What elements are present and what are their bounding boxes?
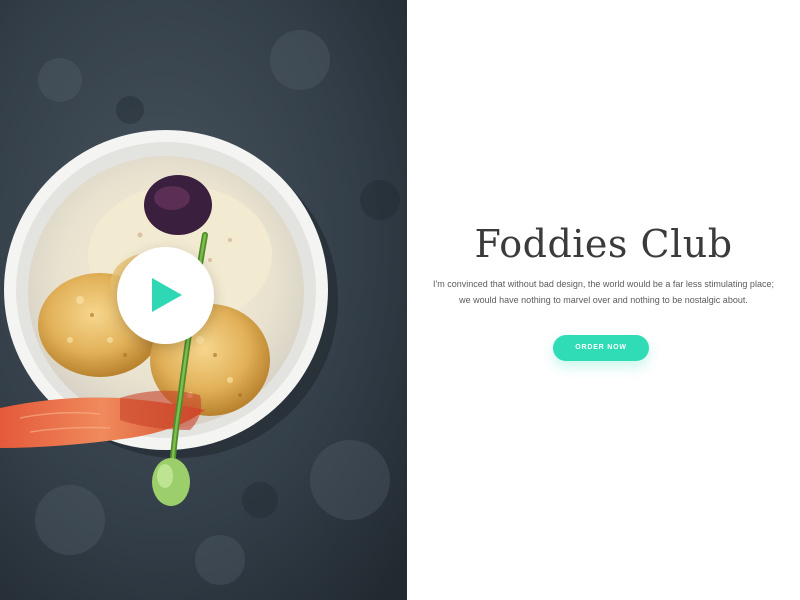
description-line-1: I'm convinced that without bad design, t… <box>433 279 774 289</box>
content-panel: Foddies Club I'm convinced that without … <box>407 0 800 600</box>
order-now-button[interactable]: ORDER NOW <box>553 335 649 361</box>
description-line-2: we would have nothing to marvel over and… <box>459 295 748 305</box>
play-icon <box>152 278 182 312</box>
page: Foddies Club I'm convinced that without … <box>0 0 800 600</box>
play-video-button[interactable] <box>117 247 214 344</box>
description-text: I'm convinced that without bad design, t… <box>427 276 780 308</box>
page-title: Foddies Club <box>474 222 733 266</box>
hero-food-image <box>0 0 407 600</box>
